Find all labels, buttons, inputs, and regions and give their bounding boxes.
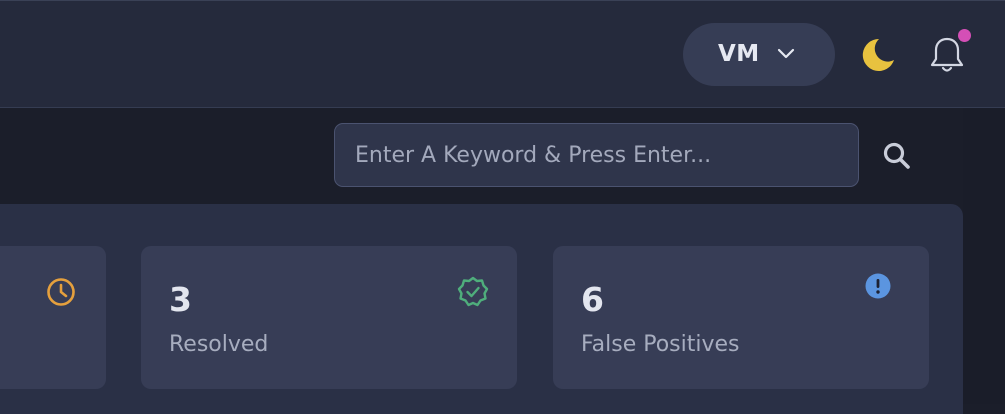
moon-icon[interactable] xyxy=(858,36,896,74)
exclamation-circle-icon xyxy=(865,273,891,299)
stat-card-false-positives: 6 False Positives xyxy=(553,246,929,389)
user-menu-button[interactable]: VM xyxy=(683,23,835,86)
right-edge-strip xyxy=(963,108,1005,404)
false-positives-count: 6 xyxy=(581,280,604,319)
check-badge-icon xyxy=(457,276,489,307)
search-icon[interactable] xyxy=(880,140,914,172)
bell-icon[interactable] xyxy=(929,35,965,75)
resolved-label: Resolved xyxy=(169,332,269,357)
false-positives-label: False Positives xyxy=(581,332,740,357)
search-input[interactable] xyxy=(334,123,859,187)
top-header: VM xyxy=(0,0,1005,108)
notification-badge xyxy=(958,29,971,42)
clock-icon xyxy=(47,278,75,306)
chevron-down-icon xyxy=(777,48,795,59)
resolved-count: 3 xyxy=(169,280,192,319)
stat-card-pending xyxy=(0,246,106,389)
stat-card-resolved: 3 Resolved xyxy=(141,246,517,389)
user-initials: VM xyxy=(718,41,760,67)
